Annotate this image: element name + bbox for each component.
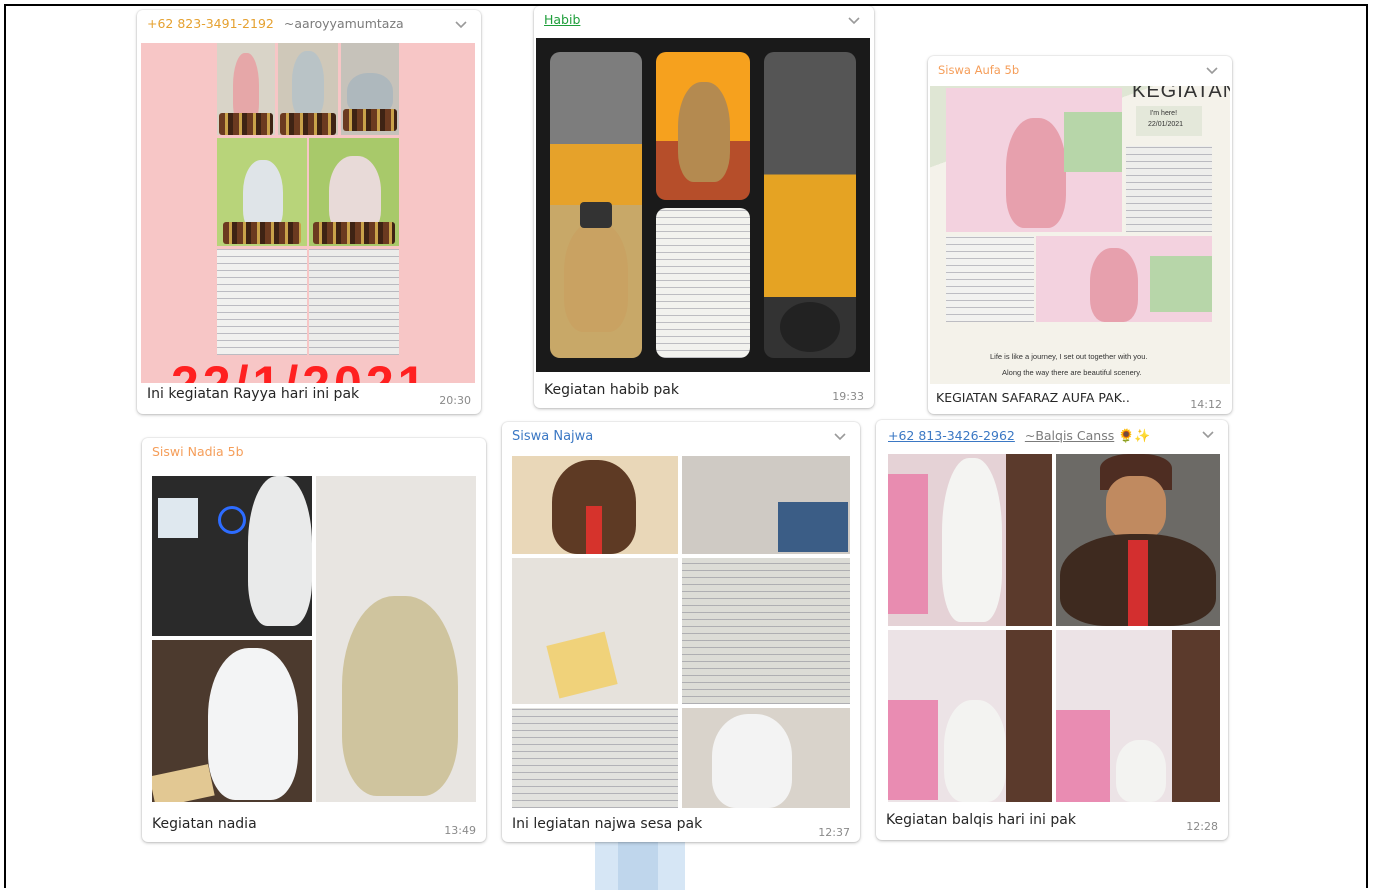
photo-tile bbox=[1056, 454, 1220, 626]
message-time: 20:30 bbox=[439, 394, 471, 407]
sender-alias: ~aaroyyamumtaza bbox=[283, 16, 404, 31]
photo-tile bbox=[946, 88, 1122, 232]
message-photo[interactable] bbox=[888, 454, 1220, 802]
message-caption: Kegiatan habib pak bbox=[544, 382, 679, 398]
message-caption: Ini legiatan najwa sesa pak bbox=[512, 816, 703, 832]
photo-tile bbox=[217, 43, 275, 135]
message-card-habib[interactable]: Habib Kegiatan habib pak 19:33 bbox=[534, 6, 874, 408]
photo-tile bbox=[309, 249, 399, 355]
message-time: 13:49 bbox=[444, 824, 476, 837]
photo-quote-line2: Along the way there are beautiful scener… bbox=[1002, 368, 1142, 377]
photo-header: KEGIATAN bbox=[1132, 86, 1230, 102]
sender-name[interactable]: Siswa Aufa 5b bbox=[938, 63, 1019, 77]
photo-tile bbox=[550, 52, 642, 358]
message-time: 19:33 bbox=[832, 390, 864, 403]
photo-tile bbox=[309, 138, 399, 246]
message-card-najwa[interactable]: Siswa Najwa Ini legiatan najwa sesa pak … bbox=[502, 422, 860, 842]
message-time: 12:37 bbox=[818, 826, 850, 839]
chevron-down-icon[interactable] bbox=[846, 12, 862, 28]
photo-date-text: 22/1/2021 bbox=[171, 355, 429, 383]
sender-phone[interactable]: +62 823-3491-2192 bbox=[147, 16, 274, 31]
chevron-down-icon[interactable] bbox=[1200, 426, 1216, 442]
sender-name[interactable]: Siswi Nadia 5b bbox=[152, 444, 244, 459]
photo-tile bbox=[764, 52, 856, 358]
message-photo[interactable] bbox=[536, 38, 870, 372]
message-caption: KEGIATAN SAFARAZ AUFA PAK.. bbox=[936, 390, 1130, 405]
photo-tile bbox=[888, 630, 1052, 802]
chevron-down-icon[interactable] bbox=[453, 16, 469, 32]
photo-tile bbox=[512, 456, 678, 554]
photo-tile bbox=[682, 456, 850, 554]
photo-tile bbox=[152, 640, 312, 802]
message-time: 12:28 bbox=[1186, 820, 1218, 833]
photo-tile bbox=[656, 208, 750, 358]
sender-phone[interactable]: +62 813-3426-2962 bbox=[888, 428, 1015, 443]
sender-name[interactable]: Siswa Najwa bbox=[512, 429, 593, 444]
chevron-down-icon[interactable] bbox=[832, 428, 848, 444]
message-card-nadia[interactable]: Siswi Nadia 5b Kegiatan nadia 13:49 bbox=[142, 438, 486, 842]
message-sender[interactable]: +62 823-3491-2192 ~aaroyyamumtaza bbox=[147, 16, 404, 31]
message-sender[interactable]: Siswa Aufa 5b bbox=[938, 62, 1019, 77]
message-card-aufa[interactable]: Siswa Aufa 5b KEGIATAN I'm here! 22/01/2… bbox=[928, 56, 1232, 414]
message-card-rayya[interactable]: +62 823-3491-2192 ~aaroyyamumtaza 22/1/2… bbox=[137, 10, 481, 414]
photo-tile bbox=[888, 454, 1052, 626]
photo-tile bbox=[217, 138, 307, 246]
message-card-balqis[interactable]: +62 813-3426-2962 ~Balqis Canss 🌻✨ Kegia… bbox=[876, 420, 1228, 840]
message-photo[interactable]: 22/1/2021 bbox=[141, 43, 475, 383]
message-sender[interactable]: Siswi Nadia 5b bbox=[152, 444, 244, 459]
photo-tile bbox=[682, 558, 850, 704]
photo-note: I'm here! 22/01/2021 bbox=[1136, 106, 1202, 136]
message-photo[interactable]: KEGIATAN I'm here! 22/01/2021 Life is li… bbox=[930, 86, 1230, 384]
photo-tile bbox=[656, 52, 750, 200]
photo-tile bbox=[946, 236, 1034, 322]
message-time: 14:12 bbox=[1190, 398, 1222, 411]
photo-tile bbox=[512, 708, 678, 808]
sender-emoji: 🌻✨ bbox=[1118, 429, 1151, 444]
message-sender[interactable]: Habib bbox=[544, 12, 580, 27]
message-caption: Ini kegiatan Rayya hari ini pak bbox=[147, 386, 360, 402]
message-sender[interactable]: +62 813-3426-2962 ~Balqis Canss 🌻✨ bbox=[888, 428, 1151, 444]
sender-name[interactable]: Habib bbox=[544, 12, 580, 27]
message-photo[interactable] bbox=[512, 456, 850, 808]
photo-tile bbox=[152, 476, 312, 636]
photo-tile bbox=[316, 476, 476, 802]
photo-tile bbox=[1126, 146, 1212, 232]
message-photo[interactable] bbox=[152, 476, 476, 802]
sender-alias: ~Balqis Canss bbox=[1024, 428, 1115, 443]
photo-tile bbox=[1036, 236, 1212, 322]
photo-quote-line1: Life is like a journey, I set out togeth… bbox=[990, 352, 1148, 361]
chevron-down-icon[interactable] bbox=[1204, 62, 1220, 78]
message-sender[interactable]: Siswa Najwa bbox=[512, 428, 593, 444]
photo-tile bbox=[341, 43, 399, 135]
photo-tile bbox=[682, 708, 850, 808]
photo-tile bbox=[278, 43, 338, 135]
photo-tile bbox=[512, 558, 678, 704]
photo-tile bbox=[1056, 630, 1220, 802]
photo-tile bbox=[217, 249, 307, 355]
message-caption: Kegiatan nadia bbox=[152, 816, 257, 832]
message-caption: Kegiatan balqis hari ini pak bbox=[886, 812, 1076, 828]
